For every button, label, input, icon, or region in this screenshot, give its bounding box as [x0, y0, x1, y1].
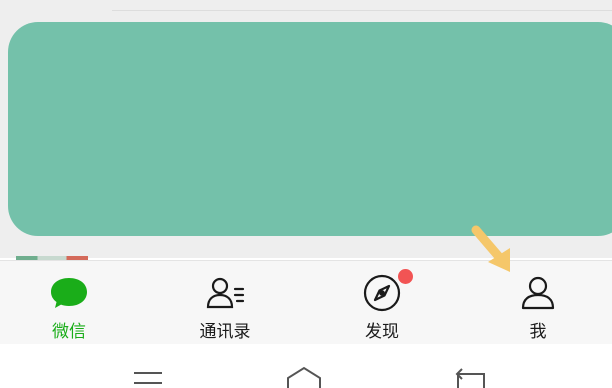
home-icon[interactable] — [284, 364, 324, 388]
menu-icon[interactable] — [128, 364, 168, 388]
tab-label: 通讯录 — [199, 322, 251, 342]
contacts-icon — [206, 277, 245, 309]
tab-discover[interactable]: 发现 — [322, 261, 442, 345]
tab-contacts[interactable]: 通讯录 — [165, 261, 285, 345]
compass-icon — [363, 274, 401, 312]
divider — [112, 10, 612, 11]
pointer-arrow-icon — [471, 225, 510, 272]
chat-bubble-icon — [51, 278, 87, 308]
content-card[interactable] — [8, 22, 612, 236]
tab-wechat[interactable]: 微信 — [9, 261, 129, 345]
back-icon[interactable] — [450, 364, 490, 388]
content-area — [0, 0, 612, 260]
tab-label: 我 — [529, 322, 547, 342]
tab-label: 微信 — [52, 322, 86, 342]
notification-badge — [398, 269, 413, 284]
tab-label: 发现 — [365, 322, 399, 342]
system-navigation-bar — [0, 344, 612, 388]
